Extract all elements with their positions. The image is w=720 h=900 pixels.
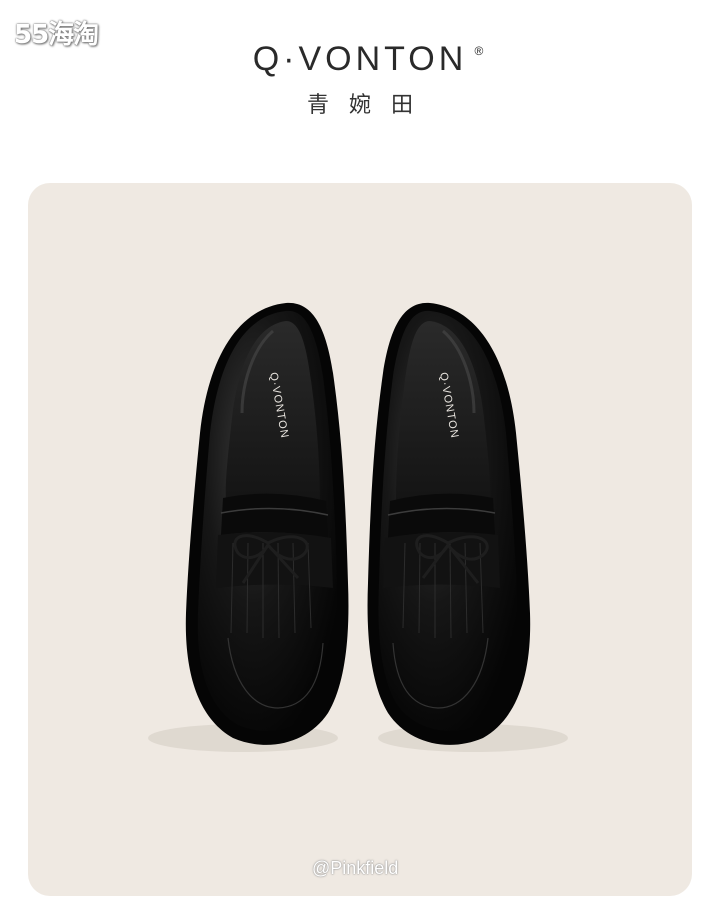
watermark-pinkfield: @Pinkfield [312, 858, 399, 878]
brand-header: Q·VONTON ® 青婉田 [0, 40, 720, 119]
brand-name-text: Q·VONTON [252, 40, 468, 78]
brand-chinese-name: 青婉田 [306, 93, 433, 118]
left-shoe: Q·VONTON [185, 302, 349, 745]
brand-logo: Q·VONTON ® [252, 40, 484, 79]
right-shoe: Q·VONTON [367, 302, 531, 745]
loafer-shoes-image: Q·VONTON Q·VONTON [148, 302, 568, 752]
product-image-card: Q·VONTON Q·VONTON [28, 183, 692, 896]
registered-mark: ® [474, 44, 484, 58]
